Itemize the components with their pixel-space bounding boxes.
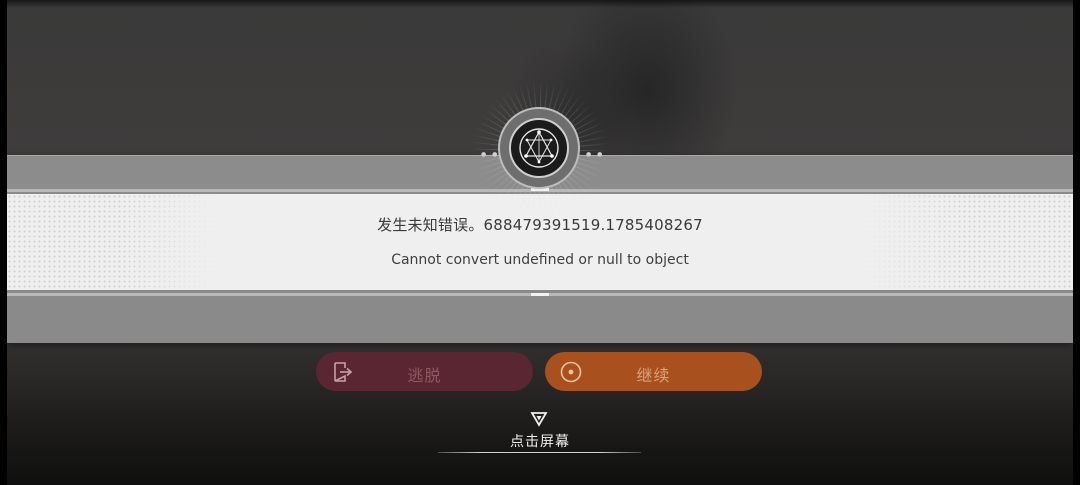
down-triangle-icon	[530, 411, 548, 427]
top-shade	[7, 0, 1073, 8]
tap-prompt-underline	[438, 452, 641, 453]
emblem-dots-right: ● ●	[586, 151, 605, 158]
emblem-dots-left: ● ●	[481, 151, 500, 158]
escape-button-label: 逃脱	[407, 366, 442, 385]
letterbox-left	[0, 0, 7, 485]
dialog-tick-bottom	[531, 293, 549, 296]
letterbox-right	[1073, 0, 1080, 485]
escape-button[interactable]: 逃脱	[316, 352, 533, 391]
continue-button-label: 继续	[636, 366, 671, 385]
constellation-emblem-icon	[509, 118, 569, 178]
continue-button[interactable]: 继续	[545, 352, 762, 391]
error-detail: Cannot convert undefined or null to obje…	[391, 252, 689, 268]
tap-screen-prompt[interactable]: 点击屏幕	[0, 431, 1080, 451]
